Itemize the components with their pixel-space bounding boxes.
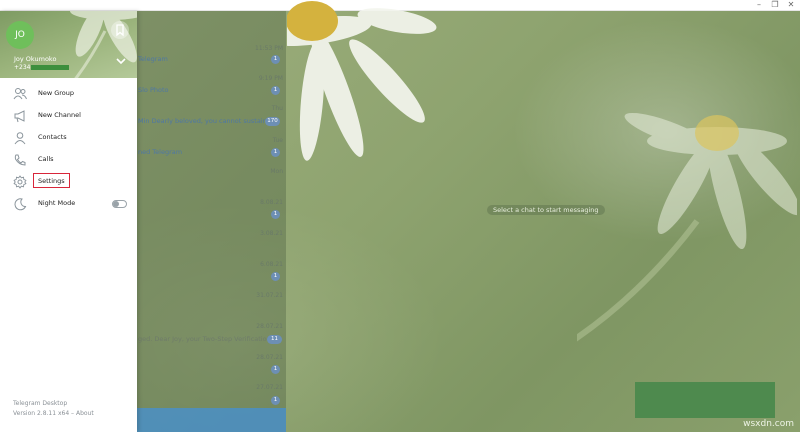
menu-item-label: New Group [38, 89, 75, 97]
daisy-decoration-icon [287, 1, 437, 161]
chat-time: Mon [270, 168, 283, 175]
chat-time: Tue [272, 137, 283, 144]
new-group-icon [13, 88, 27, 100]
close-button[interactable]: ✕ [784, 0, 798, 11]
app-name: Telegram Desktop [13, 400, 68, 407]
unread-badge: 170 [265, 117, 280, 126]
chevron-down-icon[interactable] [116, 56, 126, 66]
chat-time: 31.07.21 [256, 292, 283, 299]
chat-preview[interactable]: Telegram [138, 55, 168, 63]
watermark: wsxdn.com [743, 419, 794, 429]
avatar[interactable]: JO [6, 21, 34, 49]
account-phone: +234 [14, 64, 70, 71]
chat-time: 11:53 PM [255, 45, 283, 52]
unread-badge: 1 [271, 272, 280, 281]
phone-redaction [31, 65, 70, 70]
menu-item-label: Contacts [38, 133, 67, 141]
menu-item-night-mode[interactable]: Night Mode [0, 193, 137, 215]
chat-list-footer-bar[interactable] [137, 408, 286, 432]
blurred-daisy-decoration-icon [577, 112, 797, 342]
chat-preview[interactable]: Min Dearly beloved, you cannot sustain..… [138, 117, 273, 125]
chat-preview[interactable]: Slo Photo [138, 86, 169, 94]
unread-badge: 1 [271, 86, 280, 95]
moon-icon [14, 198, 27, 211]
side-menu: JO Joy Okumoko +234 New Group New Channe… [0, 11, 137, 432]
menu-item-new-channel[interactable]: New Channel [0, 105, 137, 127]
chat-time: 8.08.21 [260, 199, 283, 206]
empty-chat-message: Select a chat to start messaging [487, 205, 605, 215]
minimize-button[interactable]: – [752, 0, 766, 11]
megaphone-icon [14, 110, 25, 123]
account-header: JO Joy Okumoko +234 [0, 11, 137, 78]
bookmark-icon [116, 24, 124, 37]
chat-time: 28.07.21 [256, 354, 283, 361]
highlight-box [33, 173, 70, 188]
unread-badge: 1 [271, 148, 280, 157]
maximize-button[interactable]: ❐ [768, 0, 782, 11]
chat-time: 9:19 PM [258, 75, 283, 82]
contact-icon [14, 132, 26, 145]
menu-item-label: Calls [38, 155, 54, 163]
phone-icon [14, 154, 26, 166]
menu-item-new-group[interactable]: New Group [0, 83, 137, 105]
unread-badge: 11 [267, 335, 282, 344]
chat-time: 6.08.21 [260, 261, 283, 268]
unread-badge: 1 [271, 210, 280, 219]
menu-item-label: New Channel [38, 111, 81, 119]
chat-time: 3.08.21 [260, 230, 283, 237]
unread-badge: 1 [271, 396, 280, 405]
night-mode-toggle[interactable] [112, 200, 127, 208]
chat-time: 27.07.21 [256, 384, 283, 391]
chat-preview[interactable]: ged. Dear Joy, your Two-Step Verificatio… [138, 335, 277, 343]
chat-time: Thu [271, 105, 283, 112]
menu-item-calls[interactable]: Calls [0, 149, 137, 171]
unread-badge: 1 [271, 365, 280, 374]
gear-icon [13, 175, 27, 189]
menu-item-settings[interactable]: Settings [0, 171, 137, 193]
menu-item-label: Night Mode [38, 199, 76, 207]
menu-item-contacts[interactable]: Contacts [0, 127, 137, 149]
redaction-block [635, 382, 775, 418]
saved-messages-button[interactable] [111, 21, 129, 39]
chat-preview[interactable]: ned Telegram [138, 148, 182, 156]
chat-time: 28.07.21 [256, 323, 283, 330]
phone-prefix: +234 [14, 64, 31, 71]
app-version-link[interactable]: Version 2.8.11 x64 – About [13, 410, 94, 417]
account-name: Joy Okumoko [14, 55, 57, 63]
unread-badge: 1 [271, 55, 280, 64]
